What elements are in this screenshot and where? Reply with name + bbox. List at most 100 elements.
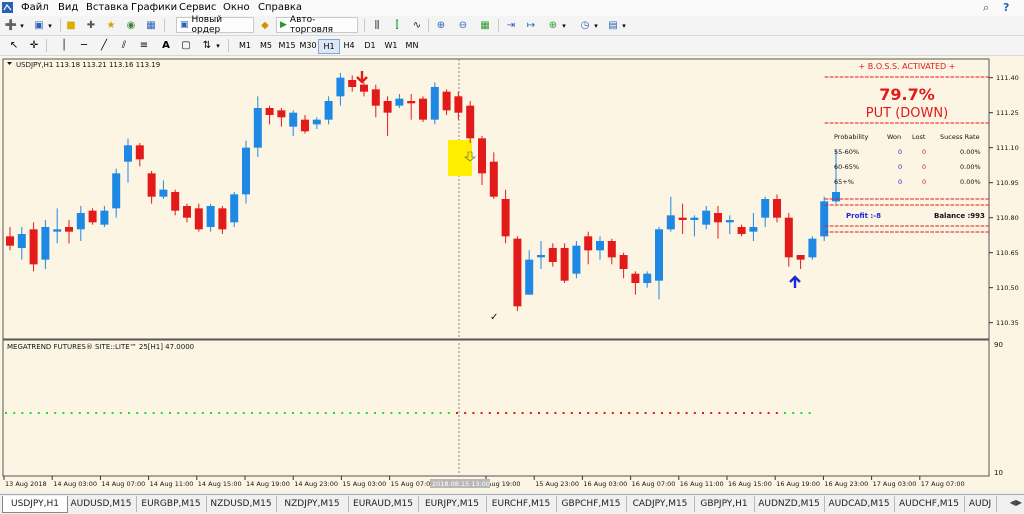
templates-icon[interactable]: ▤ [606, 18, 620, 33]
tab-gbpchf-m15[interactable]: GBPCHF,M15 [556, 496, 627, 512]
crosshair-icon[interactable]: ✛ [28, 38, 40, 53]
menu-charts[interactable]: Графики [131, 2, 177, 13]
indicator-dot [693, 412, 696, 414]
horizontal-line-icon[interactable]: ─ [78, 38, 90, 53]
new-order-button[interactable]: ▣ Новый ордер [176, 15, 254, 35]
timeframe-d1[interactable]: D1 [359, 39, 381, 52]
tab-eurjpy-m15[interactable]: EURJPY,M15 [418, 496, 487, 512]
fibonacci-icon[interactable]: ≡ [138, 38, 150, 53]
tab-scroll-arrows-icon[interactable]: ◀▶ [1010, 498, 1022, 507]
indicator-dot [759, 412, 762, 414]
new-chart-icon[interactable]: ➕ [4, 18, 18, 33]
auto-trading-icon: ▶ [280, 20, 287, 30]
menu-help[interactable]: Справка [258, 2, 302, 13]
candle-body [454, 96, 463, 113]
menu-insert[interactable]: Вставка [86, 2, 128, 13]
candle-body [265, 108, 274, 115]
search-icon[interactable]: ⌕ [983, 1, 989, 15]
boss-header-probability: Probability [834, 133, 869, 141]
timeframe-m5[interactable]: M5 [255, 39, 277, 52]
tester-icon[interactable]: ▦ [144, 18, 158, 33]
timeframe-w1[interactable]: W1 [380, 39, 402, 52]
boss-separator-6: ================================= [824, 229, 990, 236]
tab-eurgbp-m15[interactable]: EURGBP,M15 [136, 496, 207, 512]
chart-canvas[interactable]: USDJPY,H1 113.18 113.21 113.16 113.19 11… [0, 56, 1024, 492]
candle [29, 222, 38, 272]
periods-icon[interactable]: ◷ [578, 18, 592, 33]
tab-audcad-m15[interactable]: AUDCAD,M15 [824, 496, 895, 512]
indicators-icon[interactable]: ⊕ [546, 18, 560, 33]
menu-file[interactable]: Файл [21, 2, 49, 13]
tab-audj[interactable]: AUDJ [964, 496, 997, 512]
boss-cell-rate: 0.00% [960, 148, 981, 156]
price-label: 110.50 [996, 284, 1019, 292]
help-icon[interactable]: ? [1003, 1, 1009, 14]
time-label: 16 Aug 19:00 [776, 480, 820, 488]
tab-euraud-m15[interactable]: EURAUD,M15 [348, 496, 419, 512]
tile-windows-icon[interactable]: ▦ [478, 18, 492, 33]
arrows-icon[interactable]: ⇅ [200, 38, 214, 53]
menu-window[interactable]: Окно [223, 2, 250, 13]
text-icon[interactable]: A [160, 38, 172, 53]
menu-tools[interactable]: Сервис [179, 2, 216, 13]
candle-body [124, 145, 132, 162]
chevron-down-icon[interactable]: ▾ [214, 38, 222, 53]
chevron-down-icon[interactable]: ▾ [560, 18, 568, 33]
tab-usdjpy-h1[interactable]: USDJPY,H1 [2, 496, 68, 513]
timeframe-m1[interactable]: M1 [234, 39, 256, 52]
indicator-dot [46, 412, 48, 414]
text-label-icon[interactable]: ▢ [180, 38, 192, 53]
tab-cadjpy-m15[interactable]: CADJPY,M15 [626, 496, 695, 512]
menu-view[interactable]: Вид [58, 2, 78, 13]
chevron-down-icon[interactable]: ▾ [18, 18, 26, 33]
timeframe-m15[interactable]: M15 [276, 39, 298, 52]
chart-window[interactable]: USDJPY,H1 113.18 113.21 113.16 113.19 11… [0, 56, 1024, 492]
autoscroll-icon[interactable]: ⇥ [504, 18, 518, 33]
bar-chart-icon[interactable]: ⫼ [370, 18, 384, 33]
indicator-dot [119, 412, 122, 414]
cursor-icon[interactable]: ↖ [8, 38, 20, 53]
tab-audusd-m15[interactable]: AUDUSD,M15 [66, 496, 137, 512]
indicator-dot [324, 412, 327, 414]
trendline-icon[interactable]: ╱ [98, 38, 110, 53]
indicator-dot [382, 412, 385, 414]
tab-gbpjpy-h1[interactable]: GBPJPY,H1 [694, 496, 755, 512]
timeframe-m30[interactable]: M30 [297, 39, 319, 52]
chevron-down-icon[interactable]: ▾ [620, 18, 628, 33]
line-chart-icon[interactable]: ∿ [410, 18, 424, 33]
terminal-icon[interactable]: ◉ [124, 18, 138, 33]
tab-audnzd-m15[interactable]: AUDNZD,M15 [754, 496, 825, 512]
indicator-dot [95, 412, 98, 414]
timeframe-mn[interactable]: MN [401, 39, 423, 52]
zoom-out-icon[interactable]: ⊖ [456, 18, 470, 33]
auto-trading-button[interactable]: ▶ Авто-торговля [276, 15, 358, 35]
vertical-line-icon[interactable]: │ [58, 38, 70, 53]
tab-eurchf-m15[interactable]: EURCHF,M15 [486, 496, 557, 512]
timeframe-h1[interactable]: H1 [318, 39, 340, 54]
tab-nzdjpy-m15[interactable]: NZDJPY,M15 [276, 496, 349, 512]
candle-body [100, 210, 109, 225]
candlestick-icon[interactable]: ⫿ [390, 18, 404, 33]
candle-body [513, 238, 522, 307]
candle-body [88, 210, 97, 223]
timeframe-h4[interactable]: H4 [338, 39, 360, 52]
time-label: 14 Aug 23:00 [294, 480, 338, 488]
candle-body [76, 213, 85, 230]
boss-cell-rate: 0.00% [960, 178, 981, 186]
indicator-dot [398, 412, 401, 414]
candle-body [41, 227, 50, 260]
metaeditor-icon[interactable]: ◆ [258, 18, 272, 33]
chart-shift-icon[interactable]: ↦ [524, 18, 538, 33]
boss-separator-4: ================================= [824, 202, 990, 209]
navigator-icon[interactable]: ★ [104, 18, 118, 33]
indicator-dot [611, 412, 614, 414]
channel-icon[interactable]: ⫽ [118, 38, 130, 53]
profiles-icon[interactable]: ▣ [32, 18, 46, 33]
market-watch-icon[interactable]: ■ [64, 18, 78, 33]
tab-audchf-m15[interactable]: AUDCHF,M15 [894, 496, 965, 512]
chevron-down-icon[interactable]: ▾ [46, 18, 54, 33]
chevron-down-icon[interactable]: ▾ [592, 18, 600, 33]
zoom-in-icon[interactable]: ⊕ [434, 18, 448, 33]
tab-nzdusd-m15[interactable]: NZDUSD,M15 [206, 496, 277, 512]
data-window-icon[interactable]: ✚ [84, 18, 98, 33]
